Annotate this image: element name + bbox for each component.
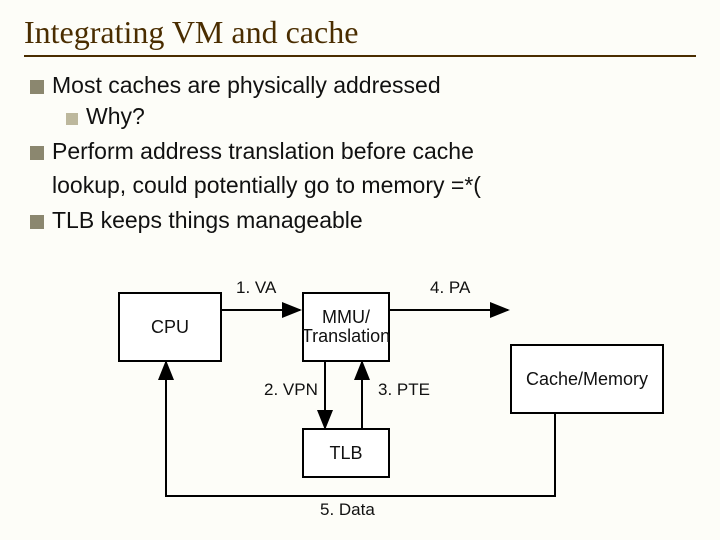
box-cache-memory: Cache/Memory [510,344,664,414]
box-label: TLB [329,443,362,464]
title-rule [24,55,696,57]
bullet-2-cont: lookup, could potentially go to memory =… [52,171,690,200]
bullet-text: Most caches are physically addressed [52,72,441,98]
bullet-2: Perform address translation before cache [30,137,690,166]
slide-title: Integrating VM and cache [24,14,696,51]
box-mmu: MMU/ Translation [302,292,390,362]
square-bullet-icon [30,215,44,229]
box-label: Cache/Memory [526,369,648,390]
box-cpu: CPU [118,292,222,362]
bullet-1a: Why? [66,102,690,131]
label-vpn: 2. VPN [264,380,318,400]
bullet-3: TLB keeps things manageable [30,206,690,235]
bullet-text: lookup, could potentially go to memory =… [52,172,481,198]
box-tlb: TLB [302,428,390,478]
box-label: MMU/ [302,308,390,327]
slide: Integrating VM and cache Most caches are… [0,0,720,540]
label-pa: 4. PA [430,278,470,298]
bullet-list: Most caches are physically addressed Why… [30,71,690,235]
diagram: CPU MMU/ Translation Cache/Memory TLB 1.… [0,268,720,538]
square-bullet-icon [30,80,44,94]
bullet-text: TLB keeps things manageable [52,207,363,233]
label-va: 1. VA [236,278,276,298]
bullet-1: Most caches are physically addressed [30,71,690,100]
square-bullet-icon [66,113,78,125]
label-pte: 3. PTE [378,380,430,400]
square-bullet-icon [30,146,44,160]
bullet-text: Perform address translation before cache [52,138,474,164]
box-label: CPU [151,317,189,338]
label-data: 5. Data [320,500,375,520]
bullet-text: Why? [86,103,145,129]
box-label: Translation [302,327,390,346]
